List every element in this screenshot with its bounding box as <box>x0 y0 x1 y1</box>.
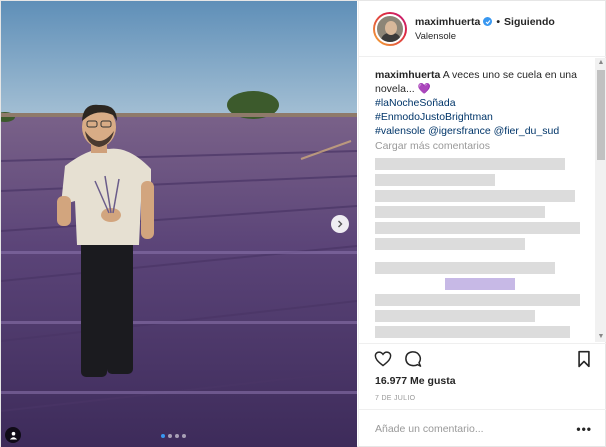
user-tag-button[interactable] <box>5 427 21 443</box>
comment-icon <box>405 350 422 367</box>
blurred-comments <box>375 156 585 342</box>
hashtag-link[interactable]: #laNocheSoñada <box>375 96 592 110</box>
add-comment-bar: ••• <box>359 409 606 447</box>
header-line: maximhuerta • Siguiendo <box>415 16 555 28</box>
header-text: maximhuerta • Siguiendo Valensole <box>415 16 555 42</box>
comments-area: maximhuerta A veces uno se cuela en una … <box>359 58 606 342</box>
comment-input[interactable] <box>375 423 577 435</box>
hashtag-mentions-line[interactable]: #valensole @igersfrance @fier_du_sud <box>375 124 592 138</box>
following-button[interactable]: Siguiendo <box>504 16 555 28</box>
location-link[interactable]: Valensole <box>415 31 555 42</box>
post-header: maximhuerta • Siguiendo Valensole <box>359 1 606 57</box>
username-link[interactable]: maximhuerta <box>415 16 480 28</box>
post-sidebar: maximhuerta • Siguiendo Valensole maximh… <box>358 1 606 447</box>
purple-heart-emoji: 💜 <box>417 83 431 95</box>
caption: maximhuerta A veces uno se cuela en una … <box>375 68 592 138</box>
post-photo[interactable] <box>1 1 357 447</box>
hashtag-link[interactable]: #EnmodoJustoBrightman <box>375 110 592 124</box>
likes-count[interactable]: 16.977 Me gusta <box>375 375 456 387</box>
scroll-up-arrow-icon[interactable]: ▲ <box>595 58 606 68</box>
carousel-indicator <box>161 434 186 438</box>
carousel-dot <box>168 434 172 438</box>
carousel-dot <box>182 434 186 438</box>
load-more-comments-button[interactable]: Cargar más comentarios <box>375 140 592 152</box>
like-button[interactable] <box>373 349 393 369</box>
user-tag-icon <box>9 431 17 440</box>
instagram-post-window: maximhuerta • Siguiendo Valensole maximh… <box>0 0 606 447</box>
post-date[interactable]: 7 DE JULIO <box>375 395 415 402</box>
lavender-field-photo <box>1 1 357 447</box>
scroll-thumb[interactable] <box>597 70 605 160</box>
carousel-dot <box>161 434 165 438</box>
avatar-image <box>375 13 405 44</box>
verified-badge-icon <box>483 17 493 26</box>
separator-dot: • <box>496 15 501 28</box>
chevron-right-icon <box>338 220 343 228</box>
bookmark-icon <box>578 350 590 367</box>
comments-scrollbar[interactable]: ▲ ▼ <box>595 58 606 342</box>
carousel-dot <box>175 434 179 438</box>
save-button[interactable] <box>574 349 594 369</box>
caption-username[interactable]: maximhuerta <box>375 69 440 81</box>
more-options-icon[interactable]: ••• <box>576 422 592 436</box>
post-actions <box>359 343 606 373</box>
heart-icon <box>374 350 392 366</box>
next-photo-button[interactable] <box>331 215 349 233</box>
scroll-down-arrow-icon[interactable]: ▼ <box>595 332 606 342</box>
avatar[interactable] <box>373 11 407 46</box>
comment-button[interactable] <box>403 349 423 369</box>
